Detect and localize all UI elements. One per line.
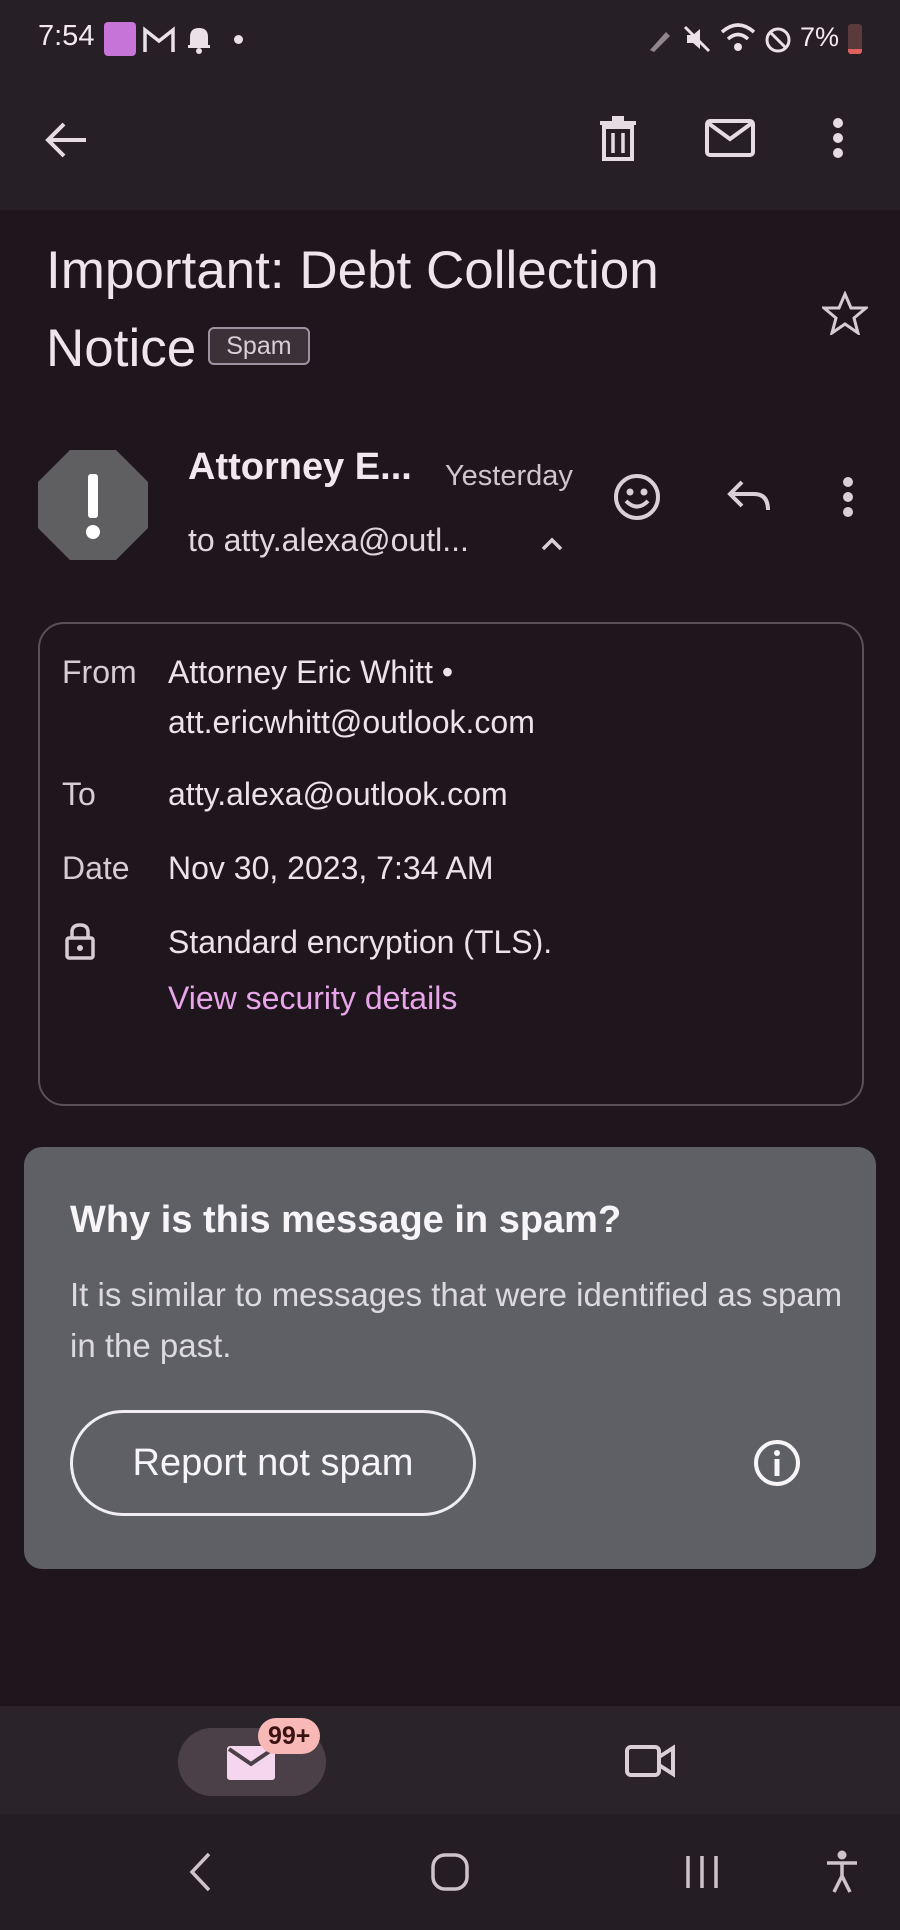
system-back-button[interactable] bbox=[170, 1842, 230, 1902]
message-details-panel: From Attorney Eric Whitt • att.ericwhitt… bbox=[38, 622, 864, 1106]
warning-avatar-icon bbox=[38, 450, 148, 560]
battery-icon bbox=[848, 24, 862, 54]
star-icon bbox=[822, 291, 868, 335]
encryption-text: Standard encryption (TLS). bbox=[168, 924, 553, 960]
bottom-navigation: 99+ bbox=[0, 1706, 900, 1814]
app-bar bbox=[0, 80, 900, 210]
spam-card-body: It is similar to messages that were iden… bbox=[70, 1276, 843, 1364]
back-arrow-icon bbox=[45, 122, 86, 158]
pen-icon bbox=[650, 32, 670, 52]
to-email[interactable]: atty.alexa@outlook.com bbox=[168, 776, 508, 813]
gmail-icon bbox=[143, 26, 175, 52]
mute-icon bbox=[683, 25, 711, 53]
more-vert-icon bbox=[833, 118, 843, 158]
status-bar: 7:54 7% bbox=[0, 0, 900, 80]
recipient-summary[interactable]: to atty.alexa@outl... bbox=[188, 522, 469, 559]
mark-unread-icon bbox=[705, 119, 755, 157]
more-options-button[interactable] bbox=[800, 100, 876, 176]
back-button[interactable] bbox=[28, 102, 104, 178]
subject-text: Important: Debt Collection Notice bbox=[46, 241, 659, 378]
report-not-spam-button[interactable]: Report not spam bbox=[70, 1410, 476, 1516]
spam-info-button[interactable] bbox=[746, 1432, 808, 1494]
bell-icon bbox=[188, 28, 210, 54]
system-home-button[interactable] bbox=[418, 1840, 482, 1904]
mark-unread-button[interactable] bbox=[692, 100, 768, 176]
info-icon bbox=[754, 1440, 800, 1486]
status-time: 7:54 bbox=[38, 20, 95, 52]
chevron-left-icon bbox=[189, 1852, 211, 1892]
sender-name[interactable]: Attorney E... bbox=[188, 446, 412, 489]
meet-tab[interactable] bbox=[610, 1726, 690, 1796]
from-email[interactable]: att.ericwhitt@outlook.com bbox=[168, 704, 535, 741]
date-value: Nov 30, 2023, 7:34 AM bbox=[168, 850, 494, 886]
do-not-disturb-icon bbox=[765, 27, 791, 53]
spam-card-title: Why is this message in spam? bbox=[70, 1199, 622, 1241]
video-camera-icon bbox=[625, 1744, 675, 1778]
reply-icon bbox=[727, 480, 770, 511]
received-time: Yesterday bbox=[445, 460, 573, 492]
react-emoji-button[interactable] bbox=[604, 464, 670, 530]
lock-icon bbox=[65, 923, 95, 960]
more-vert-icon bbox=[843, 477, 853, 517]
notification-dot-icon bbox=[234, 35, 243, 44]
unread-count-badge: 99+ bbox=[258, 1718, 321, 1754]
star-button[interactable] bbox=[810, 278, 880, 348]
app-notification-icon bbox=[104, 22, 136, 56]
spam-explanation-card: Why is this message in spam? It is simil… bbox=[24, 1147, 876, 1569]
system-recents-button[interactable] bbox=[670, 1840, 734, 1904]
email-subject: Important: Debt Collection Notice Spam bbox=[46, 232, 806, 388]
wifi-icon bbox=[720, 23, 756, 51]
recents-icon bbox=[686, 1856, 718, 1888]
from-name: Attorney Eric Whitt • bbox=[168, 654, 454, 690]
delete-button[interactable] bbox=[580, 100, 656, 176]
message-more-button[interactable] bbox=[818, 464, 878, 530]
delete-icon bbox=[600, 116, 636, 161]
date-label: Date bbox=[62, 850, 130, 886]
reply-button[interactable] bbox=[716, 464, 782, 530]
emoji-icon bbox=[614, 474, 660, 520]
from-label: From bbox=[62, 654, 137, 690]
spam-label[interactable]: Spam bbox=[208, 327, 310, 365]
system-navigation-bar bbox=[0, 1814, 900, 1930]
accessibility-icon bbox=[827, 1850, 857, 1893]
view-security-details-link[interactable]: View security details bbox=[168, 980, 457, 1017]
chevron-up-icon bbox=[541, 537, 563, 551]
collapse-details-button[interactable] bbox=[530, 522, 574, 566]
to-label: To bbox=[62, 776, 96, 812]
battery-percent: 7% bbox=[800, 22, 840, 52]
accessibility-button[interactable] bbox=[812, 1840, 872, 1904]
home-icon bbox=[431, 1853, 469, 1891]
